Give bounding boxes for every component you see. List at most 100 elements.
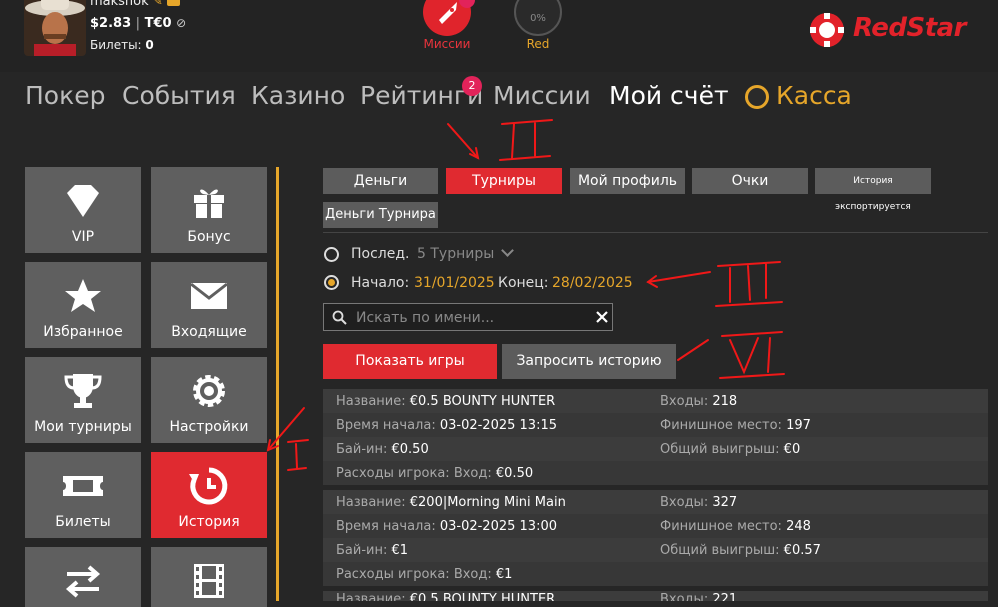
nav-my-account[interactable]: Мой счёт <box>609 81 729 110</box>
tab-tournaments[interactable]: Турниры <box>446 168 562 194</box>
tab-points[interactable]: Очки <box>692 168 808 194</box>
arrow-annotation <box>447 123 479 159</box>
field-value: 218 <box>712 394 738 409</box>
nav-casino[interactable]: Казино <box>251 81 345 110</box>
tab-money[interactable]: Деньги <box>323 168 438 194</box>
record-entries: Входы: 221 <box>660 592 737 601</box>
field-value: €0.50 <box>495 466 534 481</box>
nav-events[interactable]: События <box>122 81 236 110</box>
avatar[interactable] <box>24 0 86 56</box>
gear-icon <box>193 375 225 407</box>
list-item: Название: €200|Morning Mini Main Время н… <box>323 490 988 586</box>
record-expense: Расходы игрока: Вход: €1 <box>336 567 512 582</box>
list-item: Название: €0.5 BOUNTY HUNTER Входы: 221 <box>323 591 988 601</box>
field-label: Название: <box>336 394 406 409</box>
search-box <box>323 303 613 331</box>
numeral-III-annotation <box>715 261 783 307</box>
sidebar-item-settings[interactable]: Настройки <box>151 357 267 443</box>
field-label: Общий выигрыш: <box>660 442 780 457</box>
cashier-coin-icon <box>745 85 769 109</box>
numeral-II-annotation <box>499 119 553 161</box>
red-percent: 0% <box>530 13 546 24</box>
sidebar-item-tickets[interactable]: Билеты <box>25 452 141 538</box>
sidebar-item-label: Настройки <box>169 419 249 435</box>
end-label: Конец: <box>498 275 549 291</box>
tab-history-export[interactable]: История экспортируется <box>815 168 931 212</box>
record-buyin: Бай-ин: €0.50 <box>336 442 429 457</box>
sidebar-item-label: Входящие <box>171 324 247 340</box>
field-label: Входы: <box>660 592 709 601</box>
search-input[interactable] <box>354 308 588 328</box>
nav-cashier[interactable]: Касса <box>776 81 852 110</box>
sidebar-item-transfer[interactable] <box>25 547 141 607</box>
sidebar-item-inbox[interactable]: Входящие <box>151 262 267 348</box>
tab-my-profile[interactable]: Мой профиль <box>570 168 685 194</box>
sidebar-item-my-tournaments[interactable]: Мои турниры <box>25 357 141 443</box>
field-label: Финишное место: <box>660 519 782 534</box>
show-games-button[interactable]: Показать игры <box>323 344 497 379</box>
ticket-icon <box>63 476 103 496</box>
eye-off-icon[interactable]: ⊘ <box>176 16 186 30</box>
arrow-annotation <box>267 407 305 451</box>
sidebar-item-label: История <box>178 514 240 530</box>
field-label: Входы: <box>660 394 709 409</box>
sidebar-item-bonus[interactable]: Бонус <box>151 167 267 253</box>
last-count-select[interactable]: 5 Турниры <box>417 244 514 262</box>
username-text: maksnok <box>90 0 149 9</box>
list-item: Название: €0.5 BOUNTY HUNTER Время начал… <box>323 389 988 485</box>
divider <box>323 232 988 233</box>
sidebar-item-video[interactable] <box>151 547 267 607</box>
nav-missions[interactable]: Миссии <box>493 81 591 110</box>
request-hand-history-button[interactable]: Запросить историю рук <box>502 344 676 404</box>
sidebar-item-vip[interactable]: VIP <box>25 167 141 253</box>
record-buyin: Бай-ин: €1 <box>336 543 408 558</box>
sidebar-item-label: Билеты <box>55 514 111 530</box>
balance-separator: | <box>135 16 141 31</box>
record-name: Название: €0.5 BOUNTY HUNTER <box>336 592 555 601</box>
field-value: €0.5 BOUNTY HUNTER <box>409 592 556 601</box>
field-value: €0.57 <box>783 543 821 558</box>
tickets-value: 0 <box>145 38 154 52</box>
sidebar-item-favorites[interactable]: Избранное <box>25 262 141 348</box>
poker-chip-icon <box>810 13 844 47</box>
record-finish: Финишное место: 248 <box>660 519 811 534</box>
radio-date-range[interactable] <box>324 275 339 290</box>
star-icon <box>65 279 101 312</box>
sidebar-item-label: Бонус <box>187 229 231 245</box>
diamond-icon <box>67 185 99 217</box>
pencil-icon[interactable]: ✎ <box>153 0 163 8</box>
field-label: Время начала: <box>336 418 436 433</box>
record-name: Название: €200|Morning Mini Main <box>336 495 566 510</box>
token-value: T€0 <box>144 16 172 31</box>
record-entries: Входы: 218 <box>660 394 737 409</box>
start-label: Начало: <box>351 275 410 291</box>
arrow-head <box>646 275 658 288</box>
missions-label[interactable]: Миссии <box>410 37 484 51</box>
numeral-I-annotation <box>287 439 309 471</box>
chevron-down-icon <box>500 244 514 257</box>
last-label: Послед. <box>351 246 410 262</box>
record-entries: Входы: 327 <box>660 495 737 510</box>
tab-tournament-money[interactable]: Деньги Турнира <box>323 202 438 228</box>
field-label: Время начала: <box>336 519 436 534</box>
clear-icon[interactable] <box>595 310 609 324</box>
start-date[interactable]: 31/01/2025 <box>414 275 495 291</box>
end-date[interactable]: 28/02/2025 <box>552 275 633 291</box>
sidebar-item-history[interactable]: История <box>151 452 267 538</box>
radio-last[interactable] <box>324 247 339 262</box>
mail-badge-icon[interactable] <box>167 0 180 6</box>
field-label: Название: <box>336 592 406 601</box>
record-start: Время начала: 03-02-2025 13:00 <box>336 519 557 534</box>
nav-poker[interactable]: Покер <box>25 81 105 110</box>
red-label[interactable]: Red <box>505 37 571 51</box>
trophy-icon <box>64 374 102 408</box>
username[interactable]: maksnok ✎ <box>90 0 180 9</box>
record-start: Время начала: 03-02-2025 13:15 <box>336 418 557 433</box>
last-count-value: 5 Турниры <box>417 246 495 262</box>
field-value: €1 <box>391 543 409 558</box>
record-win: Общий выигрыш: €0.57 <box>660 543 821 558</box>
field-label: Расходы игрока: <box>336 466 450 481</box>
field-label: Бай-ин: <box>336 442 388 457</box>
field-label: Входы: <box>660 495 709 510</box>
brand-name[interactable]: RedStar <box>853 13 967 43</box>
